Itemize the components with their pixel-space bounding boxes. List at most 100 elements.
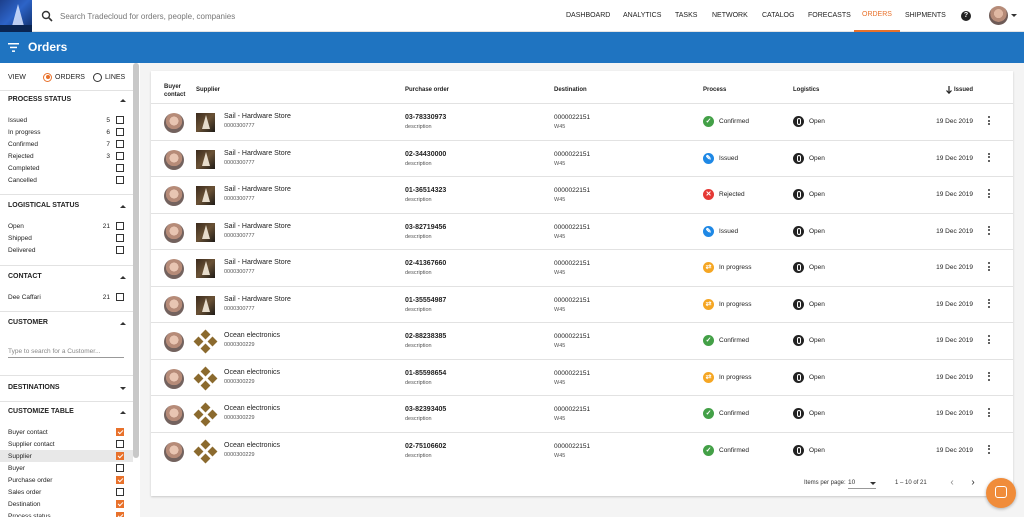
buyer-contact-avatar[interactable] [164, 441, 184, 462]
more-options-icon[interactable] [987, 371, 991, 384]
purchase-order-number[interactable]: 01-36514323 [405, 187, 446, 194]
chat-support-button[interactable] [986, 478, 1016, 508]
previous-page-button[interactable]: ‹ [947, 478, 957, 488]
customize-column-checkbox[interactable] [116, 476, 124, 484]
filter-option[interactable]: In progress 6 [8, 126, 124, 138]
customize-column-checkbox[interactable] [116, 488, 124, 496]
more-options-icon[interactable] [987, 335, 991, 347]
purchase-order-number[interactable]: 02-75106602 [405, 443, 446, 450]
more-options-icon[interactable] [987, 225, 991, 238]
buyer-contact-avatar[interactable] [164, 222, 184, 243]
filter-option[interactable]: Confirmed 7 [8, 138, 124, 150]
table-row[interactable]: Ocean electronics 0000300229 01-85598654 de… [151, 358, 1013, 396]
customize-table-header[interactable]: CUSTOMIZE TABLE [8, 408, 126, 420]
filter-checkbox[interactable] [116, 246, 124, 254]
filter-option[interactable]: Dee Caffari 21 [8, 291, 124, 303]
column-header-supplier[interactable]: Supplier [196, 86, 220, 94]
customer-header[interactable]: CUSTOMER [8, 319, 126, 331]
nav-shipments[interactable]: SHIPMENTS [905, 0, 946, 32]
chevron-up-icon[interactable] [120, 276, 126, 279]
purchase-order-number[interactable]: 03-82393405 [405, 406, 446, 413]
table-row[interactable]: Sail - Hardware Store 0000300777 02-413676… [151, 249, 1013, 286]
customize-column-checkbox[interactable] [116, 428, 124, 436]
table-row[interactable]: Ocean electronics 0000300229 02-75106602 de… [151, 431, 1013, 469]
filter-option[interactable]: Delivered [8, 244, 124, 256]
destinations-header[interactable]: DESTINATIONS [8, 384, 126, 396]
buyer-contact-avatar[interactable] [164, 405, 184, 425]
chevron-up-icon[interactable] [120, 99, 126, 102]
column-header-process[interactable]: Process [703, 86, 726, 94]
filter-checkbox[interactable] [116, 293, 124, 301]
customize-column-option[interactable]: Process status [8, 510, 124, 517]
table-row[interactable]: Sail - Hardware Store 0000300777 03-827194… [151, 212, 1013, 250]
tradecloud-logo[interactable] [0, 0, 32, 32]
customize-column-option[interactable]: Purchase order [8, 474, 124, 486]
filter-option[interactable]: Open 21 [8, 220, 124, 232]
logistical-status-header[interactable]: LOGISTICAL STATUS [8, 202, 126, 214]
purchase-order-number[interactable]: 03-82719456 [405, 224, 446, 231]
nav-analytics[interactable]: ANALYTICS [623, 0, 661, 32]
more-options-icon[interactable] [987, 116, 991, 128]
filter-checkbox[interactable] [116, 222, 124, 230]
filter-checkbox[interactable] [116, 176, 124, 184]
table-row[interactable]: Sail - Hardware Store 0000300777 01-365143… [151, 176, 1013, 213]
buyer-contact-avatar[interactable] [164, 295, 184, 316]
purchase-order-number[interactable]: 02-34430000 [405, 151, 446, 158]
chevron-down-icon[interactable] [120, 387, 126, 390]
process-status-header[interactable]: PROCESS STATUS [8, 96, 126, 108]
next-page-button[interactable]: › [968, 478, 978, 488]
buyer-contact-avatar[interactable] [164, 113, 184, 133]
more-options-icon[interactable] [987, 444, 991, 457]
customize-column-checkbox[interactable] [116, 440, 124, 448]
nav-orders[interactable]: ORDERS [854, 0, 900, 32]
table-row[interactable]: Ocean electronics 0000300229 03-82393405 de… [151, 395, 1013, 432]
filter-option[interactable]: Cancelled [8, 174, 124, 186]
customer-search-input[interactable] [8, 346, 124, 358]
customize-column-option[interactable]: Sales order [8, 486, 124, 498]
filter-checkbox[interactable] [116, 152, 124, 160]
chevron-up-icon[interactable] [120, 205, 126, 208]
nav-tasks[interactable]: TASKS [675, 0, 697, 32]
filter-checkbox[interactable] [116, 164, 124, 172]
nav-forecasts[interactable]: FORECASTS [808, 0, 851, 32]
filter-option[interactable]: Shipped [8, 232, 124, 244]
table-row[interactable]: Ocean electronics 0000300229 02-88238385 de… [151, 322, 1013, 359]
table-row[interactable]: Sail - Hardware Store 0000300777 01-355549… [151, 285, 1013, 323]
table-row[interactable]: Sail - Hardware Store 0000300777 02-344300… [151, 139, 1013, 177]
view-lines-radio[interactable] [93, 72, 102, 82]
customize-column-option[interactable]: Buyer contact [8, 426, 124, 438]
more-options-icon[interactable] [987, 298, 991, 311]
help-icon[interactable]: ? [961, 11, 971, 21]
filter-icon[interactable] [8, 43, 19, 52]
customize-column-checkbox[interactable] [116, 500, 124, 508]
chevron-up-icon[interactable] [120, 322, 126, 325]
filter-option[interactable]: Completed [8, 162, 124, 174]
table-row[interactable]: Sail - Hardware Store 0000300777 03-783309… [151, 103, 1013, 140]
customize-column-option[interactable]: Supplier [0, 450, 133, 462]
customize-column-option[interactable]: Destination [8, 498, 124, 510]
filter-option[interactable]: Issued 5 [8, 114, 124, 126]
buyer-contact-avatar[interactable] [164, 186, 184, 206]
purchase-order-number[interactable]: 01-35554987 [405, 297, 446, 304]
purchase-order-number[interactable]: 02-41367660 [405, 260, 446, 267]
column-header-purchase-order[interactable]: Purchase order [405, 86, 449, 94]
customize-column-checkbox[interactable] [116, 452, 124, 460]
view-lines-label[interactable]: LINES [105, 74, 125, 81]
sidebar-scrollbar[interactable] [133, 63, 139, 458]
buyer-contact-avatar[interactable] [164, 368, 184, 389]
filter-checkbox[interactable] [116, 128, 124, 136]
filter-option[interactable]: Rejected 3 [8, 150, 124, 162]
view-orders-radio[interactable] [43, 72, 52, 82]
column-header-destination[interactable]: Destination [554, 86, 587, 94]
filter-checkbox[interactable] [116, 234, 124, 242]
global-search-input[interactable] [60, 8, 360, 24]
chevron-down-icon[interactable] [1011, 14, 1017, 17]
buyer-contact-avatar[interactable] [164, 332, 184, 352]
customize-column-checkbox[interactable] [116, 512, 124, 517]
buyer-contact-avatar[interactable] [164, 149, 184, 170]
nav-catalog[interactable]: CATALOG [762, 0, 794, 32]
nav-network[interactable]: NETWORK [712, 0, 748, 32]
customize-column-option[interactable]: Buyer [8, 462, 124, 474]
more-options-icon[interactable] [987, 152, 991, 165]
contact-header[interactable]: CONTACT [8, 273, 126, 285]
